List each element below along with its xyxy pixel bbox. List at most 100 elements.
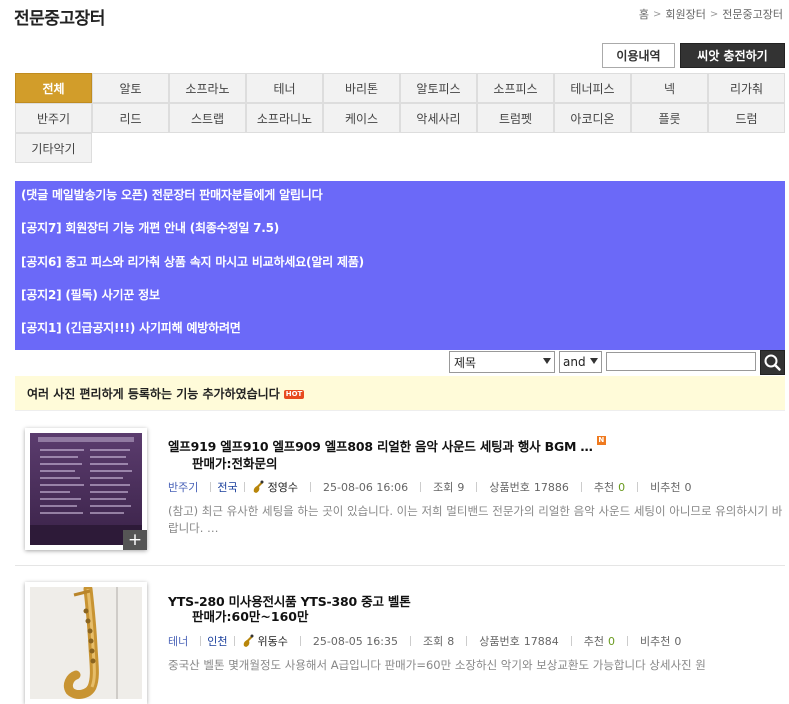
category-tab[interactable]: 소프피스: [477, 73, 554, 103]
divider: [200, 636, 202, 646]
search-field-value: 제목: [454, 355, 477, 370]
divider: [310, 482, 311, 492]
product-number-label: 상품번호: [489, 481, 530, 494]
notice-item[interactable]: [공지1] (긴급공지!!!) 사기피해 예방하려면: [21, 319, 241, 336]
nonrecommend-label: 비추천: [640, 635, 671, 648]
category-tab[interactable]: 반주기: [15, 103, 92, 133]
item-meta: 테너 인천 위동수 25-08-05 16:35 조회 8 상품번호 17884…: [168, 633, 681, 649]
category-tab[interactable]: 넥: [631, 73, 708, 103]
category-tab[interactable]: 소프라니노: [246, 103, 323, 133]
search-input[interactable]: [606, 352, 756, 371]
product-number: 17884: [523, 634, 559, 648]
category-tab[interactable]: 전체: [15, 73, 92, 103]
item-seller[interactable]: 정영수: [268, 479, 298, 495]
item-thumbnail[interactable]: +: [25, 428, 147, 550]
item-description: (참고) 최근 유사한 세팅을 하는 곳이 있습니다. 이는 저희 멀티밴드 전…: [168, 504, 783, 535]
chevron-right-icon: >: [653, 8, 662, 20]
featured-post[interactable]: 여러 사진 편리하게 등록하는 기능 추가하였습니다 HOT: [15, 376, 785, 411]
divider: [637, 482, 639, 492]
category-tab[interactable]: 드럼: [708, 103, 785, 133]
category-tab[interactable]: 기타악기: [15, 133, 92, 163]
item-date: 25-08-06 16:06: [323, 480, 409, 494]
category-tab[interactable]: 소프라노: [169, 73, 246, 103]
plus-icon[interactable]: +: [123, 530, 147, 550]
search-button[interactable]: [760, 350, 785, 375]
item-price: 판매가:전화문의: [192, 456, 278, 471]
category-tab[interactable]: 악세사리: [400, 103, 477, 133]
item-region: 전국: [217, 481, 238, 494]
divider: [420, 482, 422, 492]
category-tab[interactable]: 바리톤: [323, 73, 400, 103]
views-label: 조회: [423, 635, 444, 648]
views-label: 조회: [433, 481, 454, 494]
divider: [580, 482, 582, 492]
chevron-down-icon: [543, 358, 551, 364]
item-category[interactable]: 테너: [168, 633, 188, 649]
notice-item[interactable]: [공지2] (필독) 사기꾼 정보: [21, 286, 160, 303]
breadcrumb-member-market[interactable]: 회원장터: [665, 6, 705, 22]
user-saxophone-icon: [243, 634, 253, 647]
search-operator-select[interactable]: and: [559, 351, 602, 373]
divider: [233, 636, 235, 646]
views-count: 8: [447, 634, 455, 648]
divider: [243, 482, 245, 492]
category-tab[interactable]: 알토피스: [400, 73, 477, 103]
user-saxophone-icon: [253, 480, 264, 493]
notice-item[interactable]: (댓글 메일발송기능 오픈) 전문장터 판매자분들에게 알립니다: [21, 186, 323, 203]
divider: [570, 636, 572, 646]
search-operator-value: and: [563, 355, 586, 369]
item-price: 판매가:60만~160만: [192, 609, 309, 624]
nonrecommend-label: 비추천: [650, 481, 681, 494]
chevron-right-icon: >: [709, 8, 719, 20]
breadcrumb-current: 전문중고장터: [722, 8, 783, 21]
recommend-count: 0: [608, 634, 615, 648]
item-date: 25-08-05 16:35: [312, 634, 399, 648]
charge-seed-button[interactable]: 씨앗 충전하기: [680, 43, 785, 68]
category-tab[interactable]: 케이스: [323, 103, 400, 133]
category-tab[interactable]: 알토: [92, 73, 169, 103]
nonrecommend-count: 0: [684, 480, 692, 494]
item-title: 엘프919 엘프910 엘프909 엘프808 리얼한 음악 사운드 세팅과 행…: [168, 439, 593, 454]
recommend-label: 추천: [583, 635, 604, 648]
breadcrumb: 홈 > 회원장터 > 전문중고장터: [639, 6, 783, 22]
item-region: 인천: [207, 635, 228, 648]
nonrecommend-count: 0: [674, 634, 682, 648]
category-tab[interactable]: 트럼펫: [477, 103, 554, 133]
recommend-label: 추천: [593, 481, 615, 494]
featured-title: 여러 사진 편리하게 등록하는 기능 추가하였습니다: [27, 387, 280, 401]
divider: [466, 636, 468, 646]
product-number: 17886: [533, 480, 569, 494]
product-number-label: 상품번호: [479, 635, 520, 648]
notice-list: (댓글 메일발송기능 오픈) 전문장터 판매자분들에게 알립니다 [공지7] 회…: [15, 181, 785, 350]
search-icon: [764, 354, 781, 371]
views-count: 9: [457, 480, 465, 494]
breadcrumb-home[interactable]: 홈: [639, 6, 649, 22]
category-tab[interactable]: 플룻: [631, 103, 708, 133]
hot-badge: HOT: [283, 390, 305, 399]
category-tab[interactable]: 테너: [246, 73, 323, 103]
divider: [210, 482, 212, 492]
category-tab[interactable]: 리드: [92, 103, 169, 133]
divider: [627, 636, 628, 646]
page-title: 전문중고장터: [14, 9, 105, 29]
history-button[interactable]: 이용내역: [602, 43, 675, 68]
category-tab[interactable]: 아코디온: [554, 103, 631, 133]
new-badge: N: [596, 436, 606, 445]
item-image: [30, 433, 142, 545]
divider: [299, 636, 301, 646]
item-category[interactable]: 반주기: [168, 479, 198, 495]
item-meta: 반주기 전국 정영수 25-08-06 16:06 조회 9 상품번호 1788…: [168, 479, 692, 495]
chevron-down-icon: [590, 358, 598, 364]
search-field-select[interactable]: 제목: [449, 351, 555, 373]
item-thumbnail[interactable]: [25, 582, 147, 704]
category-tab[interactable]: 스트랩: [169, 103, 246, 133]
divider: [410, 636, 412, 646]
category-tab[interactable]: 리가춰: [708, 73, 785, 103]
divider: [476, 482, 478, 492]
divider: [15, 565, 785, 566]
notice-item[interactable]: [공지7] 회원장터 기능 개편 안내 (최종수정일 7.5): [21, 219, 279, 236]
category-tab[interactable]: 테너피스: [554, 73, 631, 103]
item-image: [30, 587, 142, 699]
notice-item[interactable]: [공지6] 중고 피스와 리가춰 상품 속지 마시고 비교하세요(알리 제품): [21, 253, 364, 270]
item-seller[interactable]: 위동수: [258, 633, 288, 649]
